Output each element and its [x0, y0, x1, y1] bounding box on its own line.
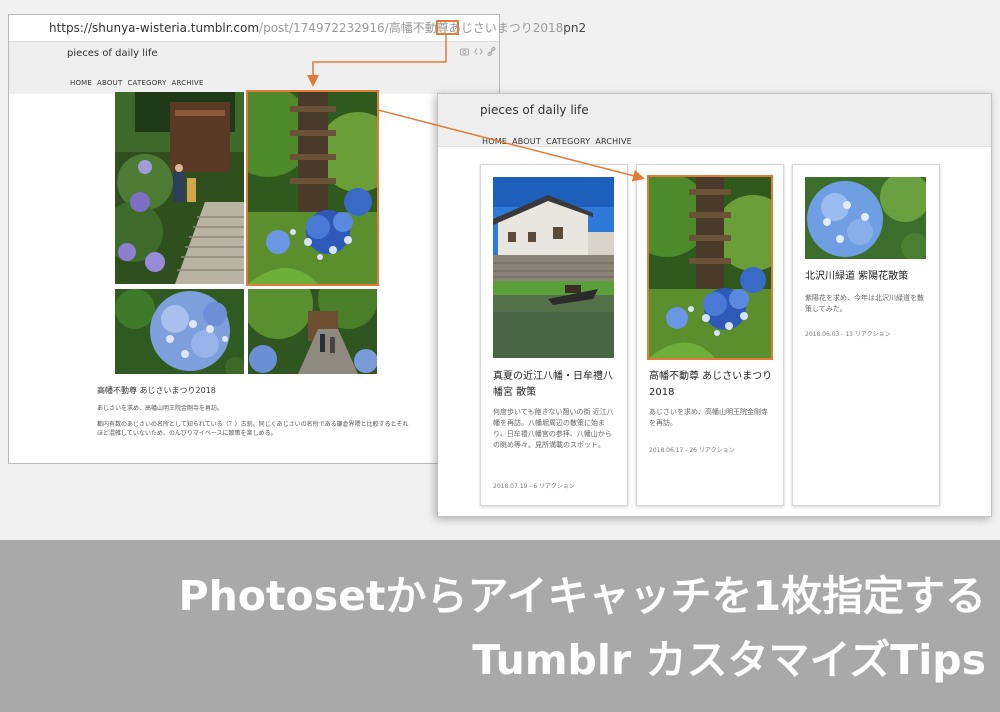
banner-title-line2: Tumblr カスタマイズTips	[472, 636, 986, 684]
title-banner: Photosetからアイキャッチを1枚指定する Tumblr カスタマイズTip…	[0, 540, 1000, 712]
arrow-icon	[307, 35, 645, 182]
banner-title-line1: Photosetからアイキャッチを1枚指定する	[178, 572, 986, 620]
